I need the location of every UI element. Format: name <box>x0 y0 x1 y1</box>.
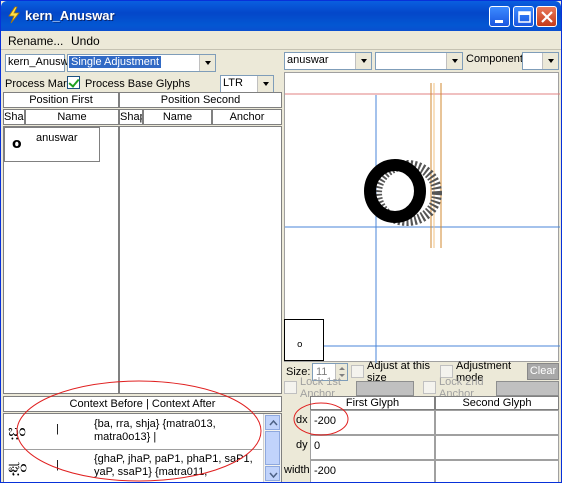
dx-annotation-circle <box>293 402 349 436</box>
context-annotation-circle <box>16 380 262 482</box>
app-window: kern_Anuswar Rename... Undo kern_Anusw S… <box>0 0 562 483</box>
annotation-overlay <box>16 380 349 482</box>
